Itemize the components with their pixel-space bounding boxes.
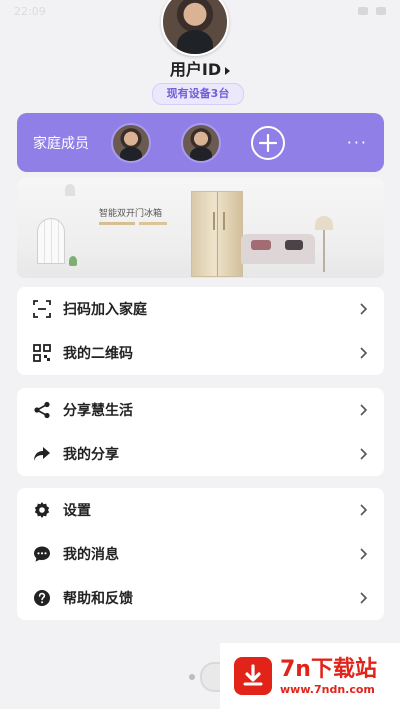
plant-graphic [69,256,77,266]
banner-tagline-graphic [139,222,167,225]
status-icons [358,7,386,15]
plus-icon [258,133,278,152]
device-count-badge[interactable]: 现有设备3台 [152,83,244,105]
chevron-right-icon [360,404,368,416]
more-options-button[interactable]: ··· [347,133,368,152]
window-graphic [37,218,65,264]
floor-lamp-graphic [315,216,333,272]
wifi-icon [358,7,368,15]
family-member-avatar[interactable] [181,122,221,163]
status-time: 22:09 [14,4,46,18]
fridge-graphic [191,191,243,277]
chevron-right-icon [360,548,368,560]
chevron-right-icon [360,592,368,604]
menu-item-label: 分享慧生活 [63,403,133,419]
sofa-graphic [241,234,315,264]
banner-tagline-graphic [99,222,135,225]
menu-group-family: 扫码加入家庭 我的二维码 [17,287,384,375]
banner-title: 智能双开门冰箱 [99,209,163,219]
user-id-link[interactable]: 用户ID [0,56,400,80]
scan-icon [33,300,51,318]
caret-right-icon [225,66,231,75]
menu-item-messages[interactable]: 我的消息 [17,532,384,576]
menu-item-settings[interactable]: 设置 [17,488,384,532]
menu-item-my-shares[interactable]: 我的分享 [17,432,384,476]
menu-item-share-app[interactable]: 分享慧生活 [17,388,384,432]
chevron-right-icon [360,448,368,460]
download-icon [234,657,272,695]
user-avatar[interactable] [161,0,229,56]
menu-item-label: 我的消息 [63,547,119,563]
family-member-avatar[interactable] [111,122,151,163]
menu-group-settings: 设置 我的消息 帮助和反馈 [17,488,384,620]
qr-code-icon [33,344,51,362]
menu-item-help-feedback[interactable]: 帮助和反馈 [17,576,384,620]
chevron-right-icon [360,504,368,516]
site-watermark: 7n下载站 www.7ndn.com [220,643,400,709]
menu-item-label: 扫码加入家庭 [63,302,147,318]
user-id-label: 用户ID [169,60,222,79]
page-indicator-dot [189,674,195,680]
menu-item-label: 我的分享 [63,447,119,463]
menu-item-label: 设置 [63,503,91,519]
watermark-title: 7n下载站 [280,656,377,682]
battery-icon [376,7,386,15]
chevron-right-icon [360,347,368,359]
message-icon [33,545,51,563]
share-icon [33,401,51,419]
menu-item-label: 我的二维码 [63,346,133,362]
menu-item-scan-join-family[interactable]: 扫码加入家庭 [17,287,384,331]
menu-item-label: 帮助和反馈 [63,591,133,607]
pendant-lamp-graphic [65,184,75,196]
promo-banner[interactable]: 智能双开门冰箱 [17,178,384,278]
chevron-right-icon [360,303,368,315]
add-member-button[interactable] [251,125,285,160]
menu-item-my-qr-code[interactable]: 我的二维码 [17,331,384,375]
help-icon [33,589,51,607]
forward-arrow-icon [33,445,51,463]
watermark-url: www.7ndn.com [280,682,375,696]
menu-group-share: 分享慧生活 我的分享 [17,388,384,476]
family-members-label: 家庭成员 [33,135,89,152]
gear-icon [33,501,51,519]
family-members-card: 家庭成员 ··· [17,113,384,172]
